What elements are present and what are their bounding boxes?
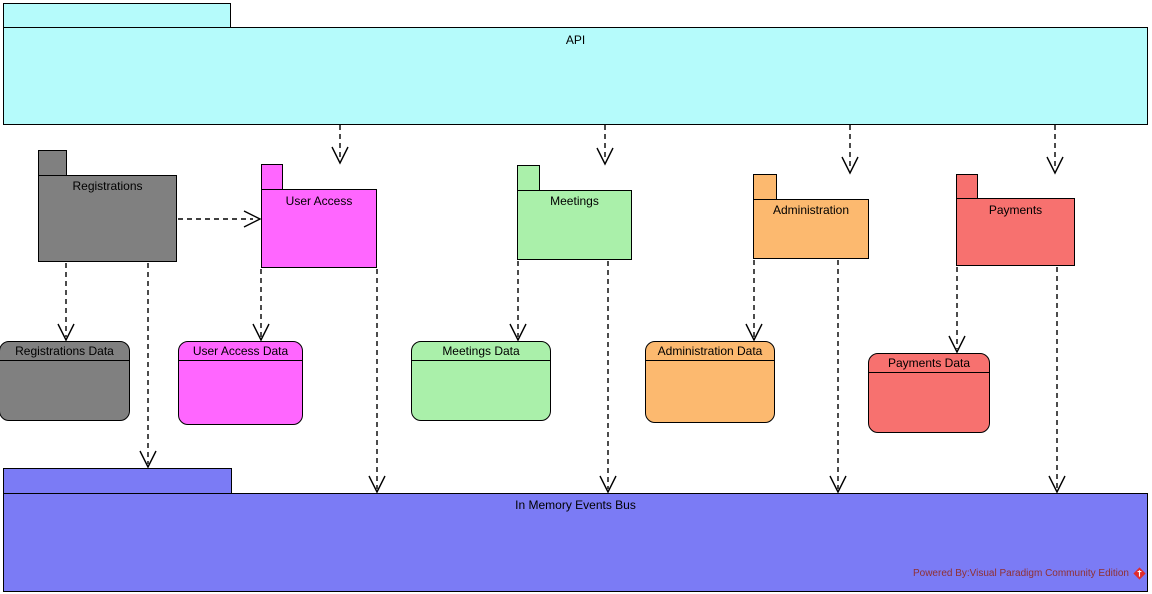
package-events-bus-tab [3, 468, 232, 494]
package-user-access-label: User Access [285, 194, 353, 208]
arrowhead-registrations-user-access [243, 210, 262, 228]
package-api-tab [3, 3, 231, 28]
package-api-label: API [565, 33, 586, 47]
arrowhead-meetings-data [509, 323, 527, 342]
datastore-user-access-data-label: User Access Data [179, 342, 302, 361]
datastore-registrations-data-label: Registrations Data [0, 342, 129, 361]
arrowhead-registrations-data [57, 323, 75, 342]
datastore-registrations-data[interactable]: Registrations Data [0, 341, 130, 421]
package-administration[interactable]: Administration [753, 174, 869, 259]
datastore-user-access-data[interactable]: User Access Data [178, 341, 303, 425]
package-events-bus-label: In Memory Events Bus [515, 498, 636, 512]
package-registrations-tab [38, 150, 67, 176]
arrowhead-payments-data [948, 335, 966, 354]
package-registrations[interactable]: Registrations [38, 150, 177, 262]
arrowhead-api-user-access [331, 146, 349, 165]
package-registrations-label: Registrations [72, 179, 143, 193]
visual-paradigm-logo-icon [1133, 567, 1146, 580]
diagram-canvas: API Registrations User Access Meetings A… [0, 0, 1152, 594]
package-meetings-tab [517, 165, 540, 191]
package-administration-tab [753, 174, 777, 200]
arrowhead-api-meetings [596, 147, 614, 166]
datastore-payments-data[interactable]: Payments Data [868, 353, 990, 433]
watermark-text: Powered By:Visual Paradigm Community Edi… [912, 568, 1129, 579]
package-administration-label: Administration [772, 203, 850, 217]
arrowhead-api-administration [841, 156, 859, 175]
datastore-administration-data-label: Administration Data [646, 342, 774, 361]
package-payments-tab [956, 174, 978, 199]
package-payments-label: Payments [988, 203, 1043, 217]
package-meetings-label: Meetings [550, 194, 599, 208]
arrowhead-api-payments [1046, 156, 1064, 175]
watermark: Powered By:Visual Paradigm Community Edi… [913, 567, 1146, 580]
arrowhead-administration-data [745, 323, 763, 342]
datastore-administration-data[interactable]: Administration Data [645, 341, 775, 423]
arrowhead-user-access-data [252, 323, 270, 342]
datastore-payments-data-label: Payments Data [869, 354, 989, 373]
datastore-meetings-data-label: Meetings Data [412, 342, 550, 361]
datastore-meetings-data[interactable]: Meetings Data [411, 341, 551, 421]
package-meetings[interactable]: Meetings [517, 165, 632, 260]
arrowhead-registrations-bus [139, 450, 157, 469]
package-payments[interactable]: Payments [956, 174, 1075, 266]
package-user-access[interactable]: User Access [261, 164, 377, 268]
package-user-access-tab [261, 164, 283, 190]
package-api[interactable]: API [3, 3, 1148, 125]
